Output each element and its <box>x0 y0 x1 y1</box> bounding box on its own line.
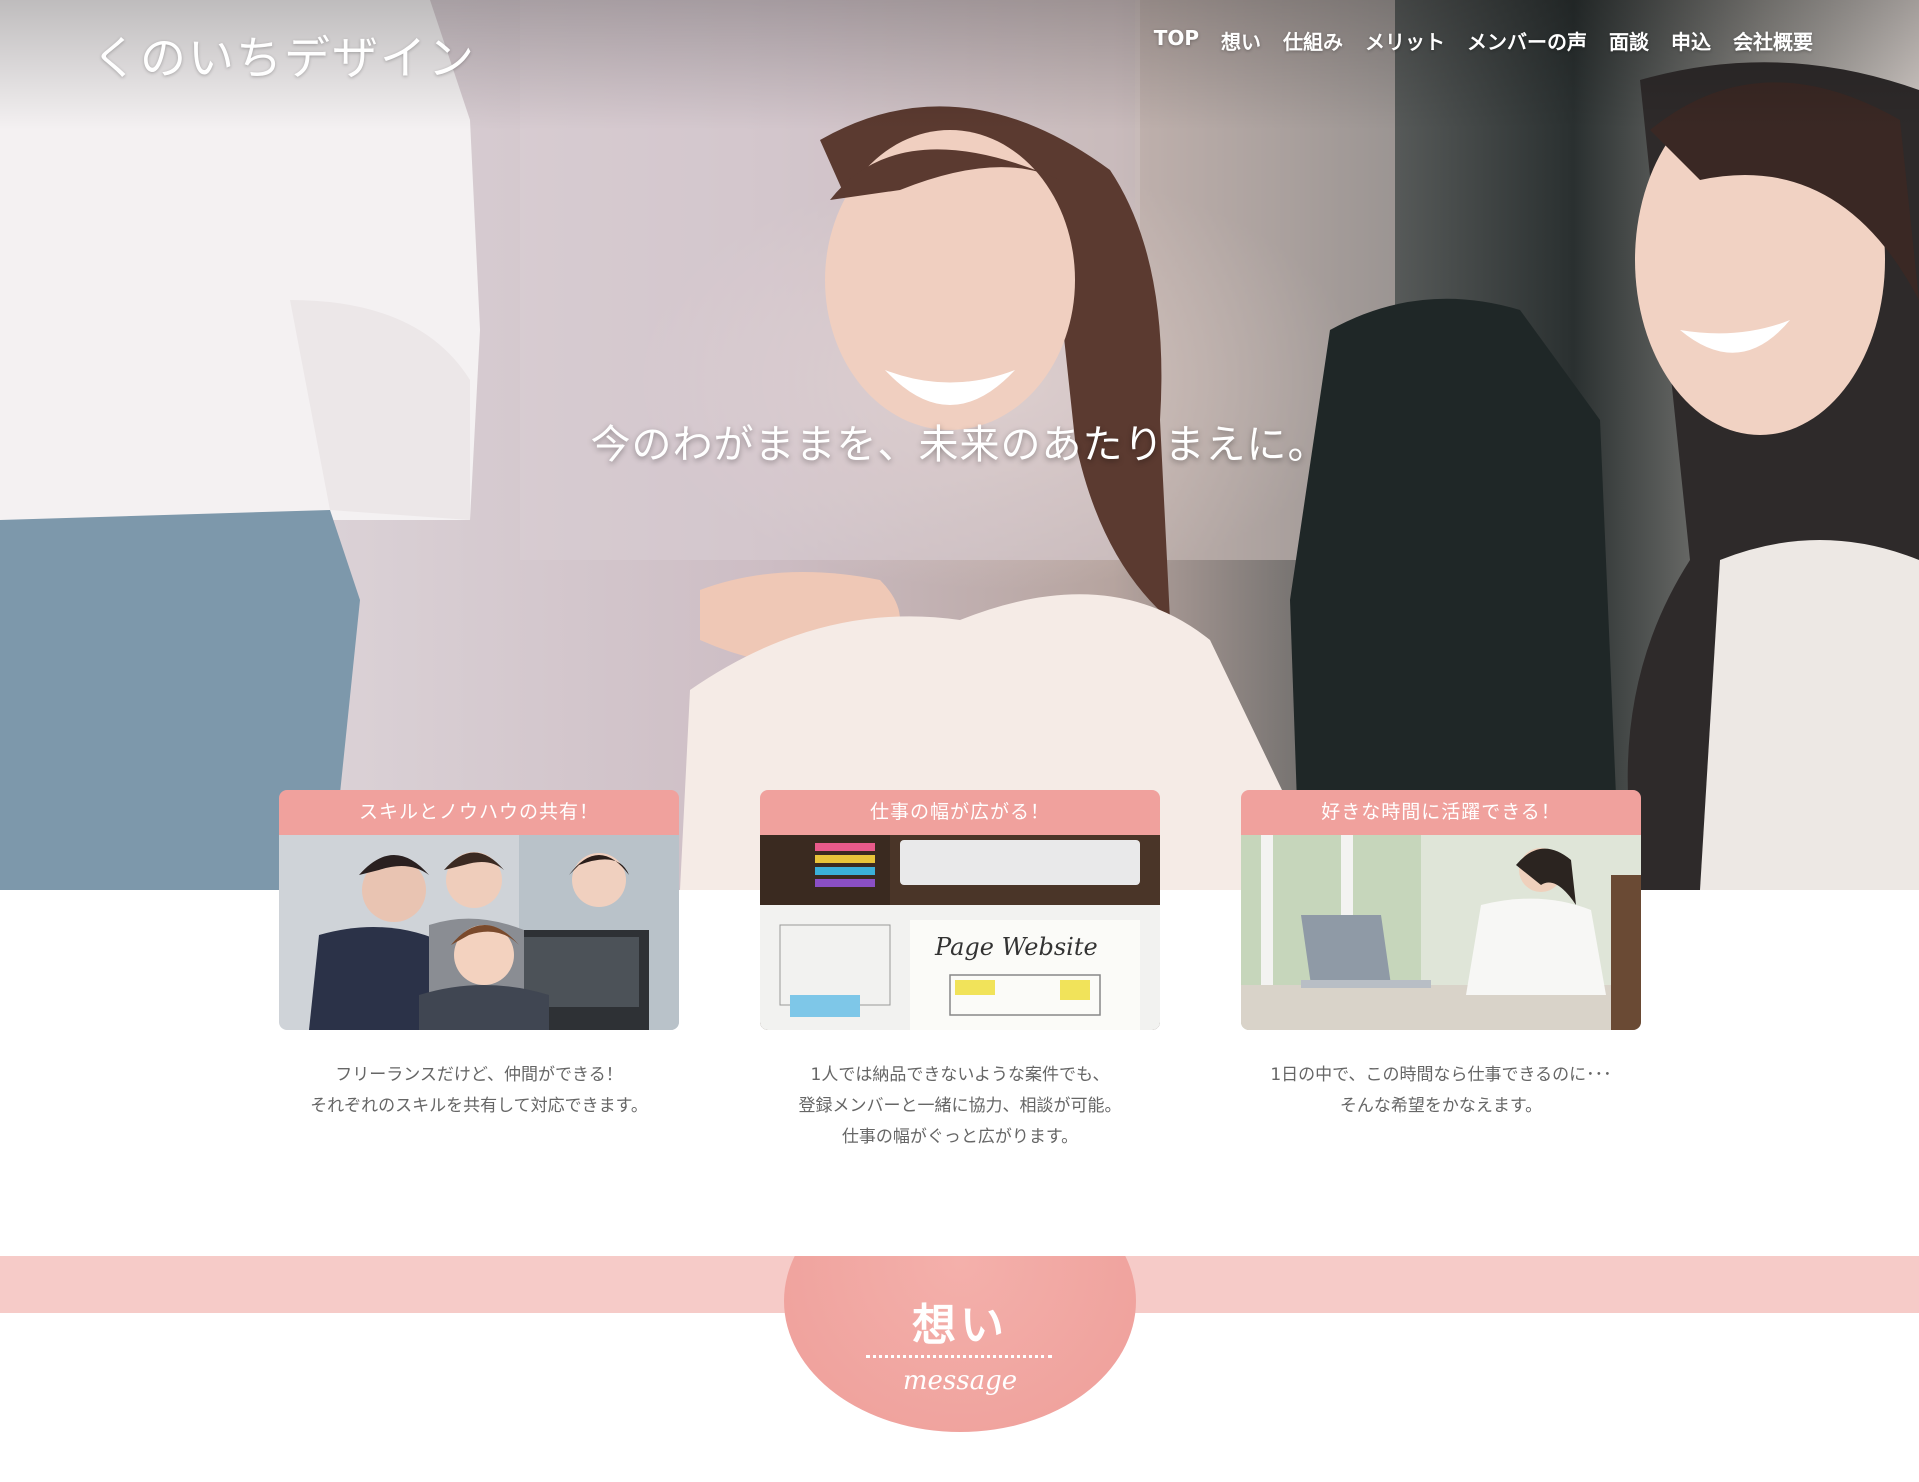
feature-card-title: スキルとノウハウの共有！ <box>279 790 679 835</box>
hero-catchphrase: 今のわがままを、未来のあたりまえに。 <box>590 422 1329 468</box>
description-line: 仕事の幅がぐっと広がります。 <box>841 1127 1079 1147</box>
team-photo <box>279 835 679 1030</box>
nav-item-company[interactable]: 会社概要 <box>1733 26 1813 55</box>
website-label: Page Website <box>934 933 1098 961</box>
hero: くのいちデザイン TOP 想い 仕組み メリット メンバーの声 面談 申込 会社… <box>0 0 1919 890</box>
description-line: それぞれのスキルを共有して対応できます。 <box>310 1096 648 1116</box>
website-sketch-photo: Page Website <box>760 835 1160 1030</box>
section-title: 想い <box>912 1300 1008 1351</box>
description-line: そんな希望をかなえます。 <box>1339 1096 1543 1116</box>
nav-item-interview[interactable]: 面談 <box>1609 26 1649 55</box>
site-logo[interactable]: くのいちデザイン <box>92 22 476 88</box>
dotted-divider <box>866 1355 1052 1358</box>
feature-card-title: 好きな時間に活躍できる！ <box>1241 790 1641 835</box>
feature-card-description: フリーランスだけど、仲間ができる！ それぞれのスキルを共有して対応できます。 <box>279 1060 679 1122</box>
laptop-work-photo <box>1241 835 1641 1030</box>
nav-item-top[interactable]: TOP <box>1154 26 1199 55</box>
feature-card-description: 1人では納品できないような案件でも、 登録メンバーと一緒に協力、相談が可能。 仕… <box>760 1060 1160 1153</box>
nav-item-voice[interactable]: メンバーの声 <box>1467 26 1587 55</box>
feature-card-skill: スキルとノウハウの共有！ フリーランスだけど、仲間ができる！ それぞれのスキルを… <box>279 790 679 1122</box>
description-line: 1人では納品できないような案件でも、 <box>810 1065 1110 1085</box>
description-line: 登録メンバーと一緒に協力、相談が可能。 <box>798 1096 1122 1116</box>
description-line: フリーランスだけど、仲間ができる！ <box>335 1065 623 1085</box>
feature-card-title: 仕事の幅が広がる！ <box>760 790 1160 835</box>
global-nav: TOP 想い 仕組み メリット メンバーの声 面談 申込 会社概要 <box>1154 26 1813 55</box>
feature-cards: スキルとノウハウの共有！ フリーランスだけど、仲間ができる！ それぞれのスキルを… <box>279 790 1641 1160</box>
nav-item-message[interactable]: 想い <box>1221 26 1261 55</box>
feature-card-scope: 仕事の幅が広がる！ Page Website 1人では納品できないような案件でも… <box>760 790 1160 1153</box>
nav-item-system[interactable]: 仕組み <box>1283 26 1343 55</box>
nav-item-apply[interactable]: 申込 <box>1671 26 1711 55</box>
feature-card-time: 好きな時間に活躍できる！ 1日の中で、この時間なら仕事できるのに･･･ そんな希… <box>1241 790 1641 1122</box>
section-subtitle: message <box>902 1366 1018 1396</box>
description-line: 1日の中で、この時間なら仕事できるのに･･･ <box>1270 1065 1612 1085</box>
feature-card-description: 1日の中で、この時間なら仕事できるのに･･･ そんな希望をかなえます。 <box>1241 1060 1641 1122</box>
nav-item-merit[interactable]: メリット <box>1365 26 1445 55</box>
